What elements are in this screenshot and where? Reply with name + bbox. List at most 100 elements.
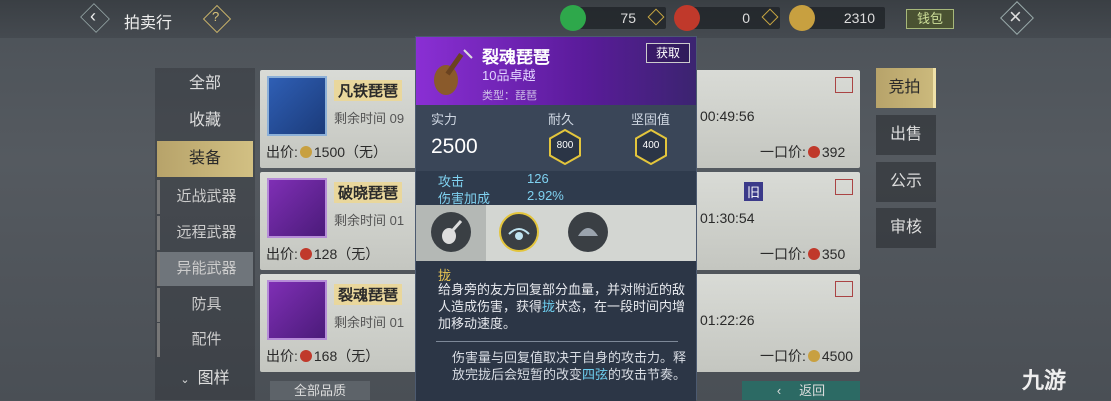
buyout-label: 一口价: <box>760 348 806 364</box>
subcategory-accessory[interactable]: 配件 <box>157 323 253 357</box>
return-button[interactable]: ‹ 返回 <box>742 381 860 400</box>
item-price: 出价: 128（无） <box>266 244 379 264</box>
red-coin-icon <box>807 248 820 260</box>
tab-review[interactable]: 审核 <box>876 208 936 248</box>
price-value: 1500（无） <box>313 144 388 160</box>
add-jade-button[interactable] <box>647 8 665 26</box>
category-favorites[interactable]: 收藏 <box>157 103 253 139</box>
wave-icon <box>508 228 530 240</box>
chevron-left-icon: ‹ <box>776 383 782 398</box>
buyout-price: 一口价: 350 <box>760 244 845 264</box>
subcategory-psionic[interactable]: 异能武器 <box>157 252 253 286</box>
category-patterns[interactable]: ⌄ 图样 <box>157 361 253 397</box>
back-arrow-icon: ‹ <box>90 6 96 26</box>
dome-icon <box>578 228 598 236</box>
subcategory-melee[interactable]: 近战武器 <box>157 180 253 214</box>
popup-item-grade: 10品卓越 <box>482 68 536 83</box>
buyout-label: 一口价: <box>760 246 806 262</box>
firmness-label: 坚固值 <box>631 112 671 127</box>
time-remaining: 剩余时间 09 <box>334 108 404 127</box>
buyout-value: 392 <box>821 144 846 160</box>
favorite-button[interactable] <box>835 281 853 297</box>
durability-label: 耐久 <box>548 112 575 127</box>
popup-header: 裂魂琵琶 10品卓越 类型：琵琶 获取 <box>416 37 696 105</box>
buyout-price: 一口价: 4500 <box>760 346 853 366</box>
red-coin-icon <box>674 5 700 31</box>
item-detail-popup: 裂魂琵琶 10品卓越 类型：琵琶 获取 实力 2500 耐久 800 坚固值 4… <box>415 36 697 401</box>
gold-leaf-icon <box>299 146 312 158</box>
item-name: 凡铁琵琶 <box>334 80 403 101</box>
countdown: 01:30:54 <box>700 210 755 226</box>
skill-heal-button[interactable] <box>499 212 539 252</box>
durability-value: 800 <box>556 140 574 151</box>
favorite-button[interactable] <box>835 77 853 93</box>
popup-stats: 实力 2500 耐久 800 坚固值 400 攻击 126 伤害加成 2.92% <box>416 105 696 206</box>
price-label: 出价: <box>266 144 298 160</box>
time-remaining-value: 09 <box>389 111 405 126</box>
buyout-label: 一口价: <box>760 144 806 160</box>
attr-attack-value: 126 <box>527 171 549 186</box>
skill-desc-main: 给身旁的友方回复部分血量，并对附近的敌人造成伤害，获得拢状态，在一段时间内增加移… <box>438 281 688 332</box>
category-all[interactable]: 全部 <box>157 66 253 102</box>
skill-note-text: 的攻击节奏。 <box>608 367 687 382</box>
time-remaining-value: 01 <box>389 213 405 228</box>
red-coin-icon <box>807 146 820 158</box>
currency-gold: 2310 <box>789 5 885 31</box>
red-coin-icon <box>299 248 312 260</box>
watermark-logo: 九游 <box>1022 368 1067 393</box>
pipa-icon <box>267 76 327 136</box>
price-label: 出价: <box>266 348 298 364</box>
currency-jade-value: 75 <box>620 10 636 26</box>
price-value: 128（无） <box>313 246 380 262</box>
currency-red-value: 0 <box>742 10 750 26</box>
tab-public[interactable]: 公示 <box>876 162 936 202</box>
price-label: 出价: <box>266 246 298 262</box>
buyout-value: 350 <box>821 246 846 262</box>
firmness-hex: 400 <box>635 128 667 166</box>
time-remaining-label: 剩余时间 <box>334 315 387 330</box>
time-remaining: 剩余时间 01 <box>334 210 404 229</box>
buyout-value: 4500 <box>821 348 854 364</box>
skill-lute-button[interactable] <box>431 212 471 252</box>
close-icon: × <box>1009 4 1022 29</box>
time-remaining-label: 剩余时间 <box>334 213 387 228</box>
category-equipment[interactable]: 装备 <box>157 141 253 177</box>
subcategory-ranged[interactable]: 远程武器 <box>157 216 253 250</box>
time-remaining-label: 剩余时间 <box>334 111 387 126</box>
add-red-coin-button[interactable] <box>761 8 779 26</box>
price-value: 168（无） <box>313 348 380 364</box>
gold-leaf-icon <box>807 350 820 362</box>
divider <box>436 341 678 342</box>
help-icon: ? <box>212 9 220 24</box>
category-patterns-label: 图样 <box>197 370 230 387</box>
lute-icon <box>442 220 463 244</box>
skill-bar <box>416 205 696 261</box>
chevron-down-icon: ⌄ <box>180 374 190 386</box>
item-price: 出价: 1500（无） <box>266 142 387 162</box>
acquire-button[interactable]: 获取 <box>646 43 690 63</box>
attr-damage-value: 2.92% <box>527 188 564 203</box>
countdown: 00:49:56 <box>700 108 755 124</box>
pipa-icon <box>267 280 327 340</box>
wallet-button[interactable]: 钱包 <box>906 9 954 29</box>
tab-bidding[interactable]: 竞拍 <box>876 68 936 108</box>
power-value: 2500 <box>431 135 478 158</box>
skill-description: 拢 给身旁的友方回复部分血量，并对附近的敌人造成伤害，获得拢状态，在一段时间内增… <box>416 261 696 401</box>
skill-shield-button[interactable] <box>568 212 608 252</box>
gold-leaf-icon <box>789 5 815 31</box>
tab-sell[interactable]: 出售 <box>876 115 936 155</box>
favorite-button[interactable] <box>835 179 853 195</box>
page-title: 拍卖行 <box>124 15 173 32</box>
currency-red: 0 <box>674 5 780 31</box>
firmness-value: 400 <box>642 140 660 151</box>
countdown: 01:22:26 <box>700 312 755 328</box>
popup-item-type: 类型：琵琶 <box>482 90 537 102</box>
pipa-icon <box>434 49 473 95</box>
old-badge: 旧 <box>744 182 764 201</box>
jade-icon <box>560 5 586 31</box>
quality-filter[interactable]: 全部品质 <box>270 381 370 400</box>
pipa-icon <box>267 178 327 238</box>
return-label: 返回 <box>799 383 826 398</box>
durability-hex: 800 <box>549 128 581 166</box>
subcategory-armor[interactable]: 防具 <box>157 288 253 322</box>
